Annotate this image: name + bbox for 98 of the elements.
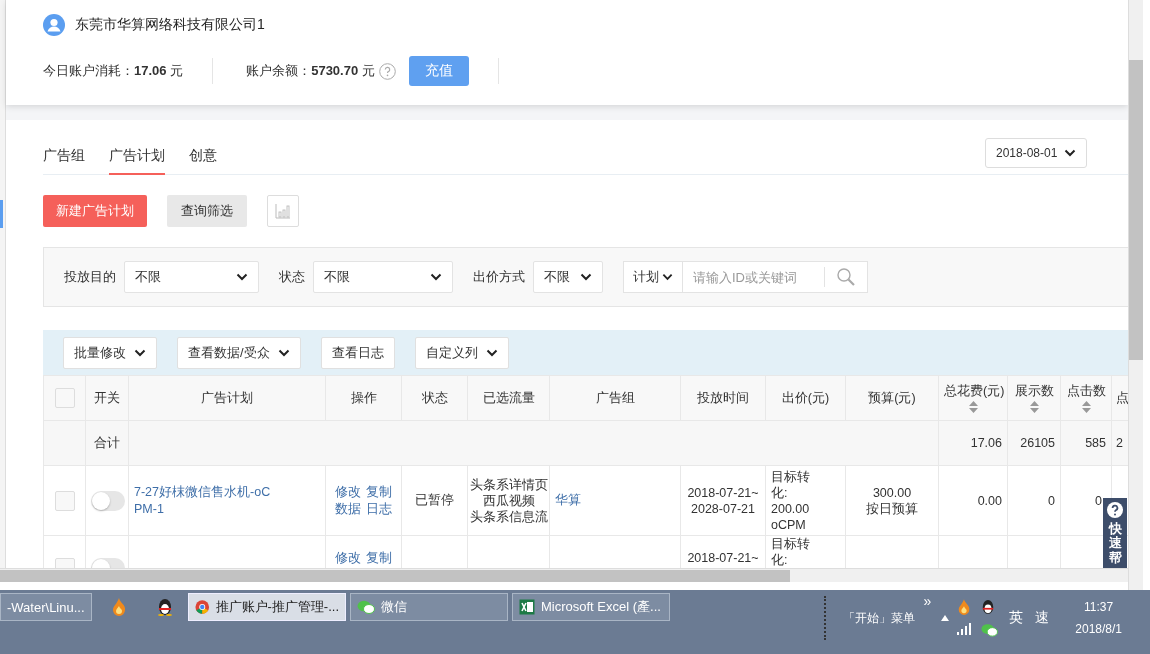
column-header: 点击数 [1066,383,1106,399]
browser-icon [195,599,210,615]
column-header: 状态 [420,390,449,406]
table-cell: 西瓜视频 [482,492,535,509]
help-tab[interactable]: 快速帮 [1103,498,1127,568]
column-header: 总花费(元) [944,383,1002,399]
taskbar-button[interactable]: Microsoft Excel (產... [512,593,670,621]
table-cell: 2 [1116,436,1123,450]
penguin-icon[interactable] [981,599,996,615]
flame-icon[interactable] [111,598,127,616]
column-header: 展示数 [1013,383,1055,399]
operation-link[interactable]: 修改 [335,483,361,501]
taskbar-button[interactable]: 微信 [350,593,508,621]
ime-indicator[interactable]: 速 [1035,609,1050,627]
chevron-down-icon[interactable] [430,273,442,281]
table-cell: 17.06 [970,436,1002,450]
operation-link[interactable]: 日志 [366,500,392,518]
filter-button[interactable]: 查询筛选 [167,195,247,227]
table-cell-text: 目标转化: [771,536,811,568]
user-icon [43,14,65,36]
table-cell-text: 目标转化: [771,468,811,501]
table-cell: 26105 [1020,436,1055,450]
spreadsheet-icon [519,599,535,615]
column-header: 已选流量 [481,390,536,406]
sort-icon[interactable] [1029,400,1039,413]
filter-select[interactable]: 不限 [124,261,259,293]
chevron-down-icon[interactable] [1064,149,1076,157]
checkbox[interactable] [54,388,75,408]
taskbar-button[interactable]: 推广账户-推广管理-... [188,593,346,621]
column-header: 广告计划 [200,390,254,406]
operation-link[interactable]: 修改 [335,550,361,567]
table-cell: 0 [1095,493,1102,508]
penguin-icon[interactable] [157,598,173,616]
table-cell: 2028-07-21 [691,500,755,517]
expand-toolbar-button[interactable]: » [923,593,932,609]
help-icon[interactable] [1106,501,1124,519]
tab[interactable]: 广告组 [43,139,85,175]
table-cell: 585 [1085,436,1106,450]
ime-indicator[interactable]: 英 [1009,609,1024,627]
chevron-down-icon[interactable] [236,273,248,281]
account-stat: 账户余额：5730.70 元 [246,62,375,80]
toolbar-button[interactable]: 查看数据/受众 [177,336,301,369]
account-stat: 今日账户消耗：17.06 元 [43,62,184,80]
clock-date[interactable]: 2018/8/1 [1075,622,1122,636]
table-cell: 2018-07-21~ [687,550,759,566]
table-cell: 0 [1048,493,1055,508]
chevron-down-icon[interactable] [485,348,498,357]
clock-time[interactable]: 11:37 [1084,600,1114,614]
flame-icon[interactable] [957,599,972,615]
tab[interactable]: 广告计划 [109,139,165,175]
sort-icon[interactable] [968,400,978,413]
taskbar-button[interactable]: -Water\Linu... [0,593,92,621]
column-header: 投放时间 [696,390,750,406]
column-header: 开关 [93,390,121,406]
filter-label: 状态 [279,268,305,286]
chevron-down-icon[interactable] [277,348,290,357]
sort-icon[interactable] [1081,400,1091,413]
show-hidden-icons-icon[interactable] [941,615,950,621]
toolbar-button[interactable]: 批量修改 [63,336,157,369]
toggle-switch[interactable] [91,490,125,511]
total-label: 合计 [94,435,120,450]
create-plan-button[interactable]: 新建广告计划 [43,195,147,227]
table-cell: 2018-07-21~ [687,484,759,501]
group-link[interactable]: 华算 [555,493,581,507]
table-cell: 头条系信息流 [469,508,548,525]
operation-link[interactable]: 数据 [335,500,361,518]
column-header: 出价(元) [780,390,831,406]
chevron-down-icon[interactable] [134,348,146,357]
table-cell: 200.00 [771,500,810,517]
column-header: 预算(元) [867,390,917,406]
table-cell: 按日预算 [866,500,918,517]
table-cell: 头条系详情页 [469,476,548,493]
chat-icon[interactable] [981,623,999,637]
chevron-down-icon[interactable] [580,273,592,281]
table-cell: 300.00 [872,484,912,501]
toolbar-button[interactable]: 自定义列 [414,336,509,369]
signal-icon[interactable] [957,623,974,635]
operation-link[interactable]: 复制 [366,483,392,501]
column-header: 操作 [349,390,378,406]
horizontal-scrollbar[interactable] [0,568,1128,582]
column-header: 广告组 [594,390,636,406]
table-cell: 已暂停 [415,493,454,507]
table-cell: 0.00 [977,493,1002,508]
date-select[interactable]: 2018-08-01 [985,138,1087,168]
operation-link[interactable]: 复制 [366,550,392,567]
filter-select[interactable]: 不限 [313,261,453,293]
table-cell: oCPM [771,516,806,533]
tab[interactable]: 创意 [189,139,217,175]
chat-icon [357,600,375,614]
column-header: 点 [1116,390,1128,406]
filter-label: 投放目的 [64,268,116,286]
start-menu-toolbar[interactable]: 「开始」菜单 [843,609,916,627]
toolbar-button[interactable]: 查看日志 [320,336,395,369]
filter-label: 出价方式 [473,268,525,286]
checkbox[interactable] [54,490,75,511]
filter-select[interactable]: 不限 [533,261,603,293]
company-name: 东莞市华算网络科技有限公司1 [75,16,265,34]
vertical-scrollbar[interactable] [1128,0,1143,590]
